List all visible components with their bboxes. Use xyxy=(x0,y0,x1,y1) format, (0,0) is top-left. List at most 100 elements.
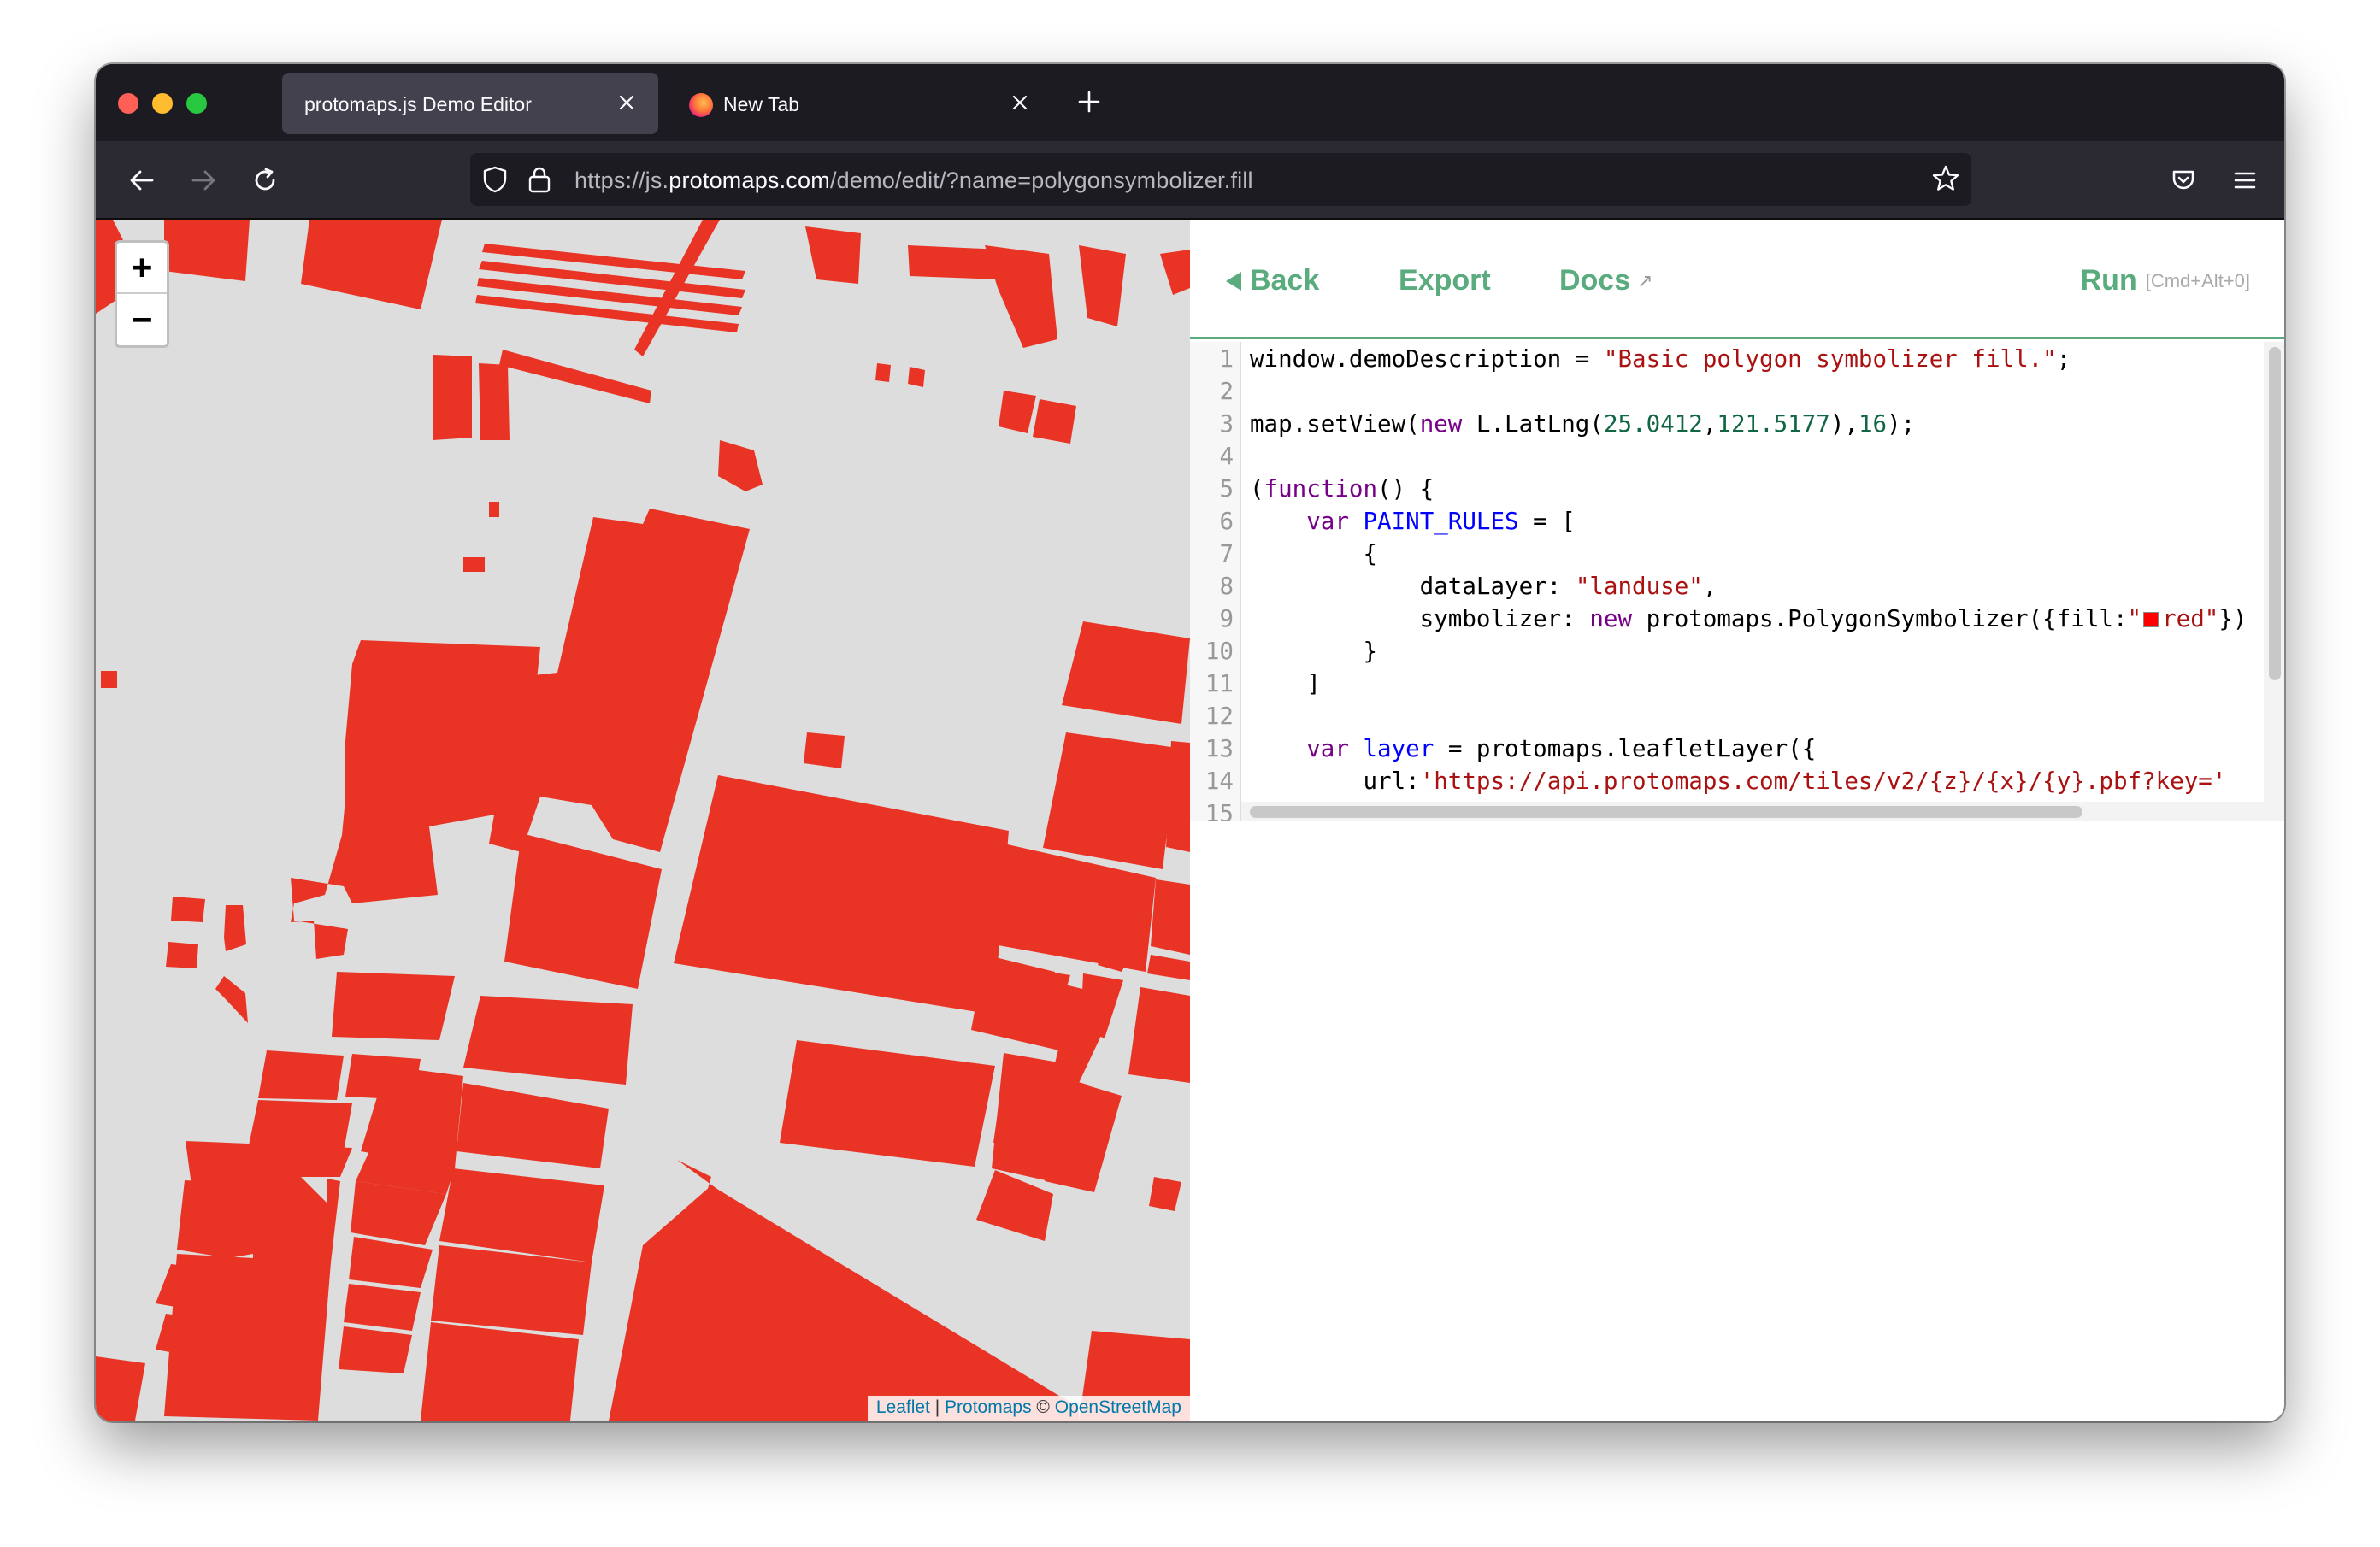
code-token: dataLayer: xyxy=(1250,573,1576,600)
code-token: " xyxy=(2127,605,2142,632)
back-label: Back xyxy=(1250,264,1320,297)
landuse-polygon xyxy=(1043,732,1177,869)
landuse-polygon xyxy=(457,1083,609,1168)
pocket-icon[interactable] xyxy=(2163,160,2204,201)
tab-title: protomaps.js Demo Editor xyxy=(304,93,532,115)
landuse-polygon xyxy=(999,391,1036,433)
zoom-in-button[interactable]: + xyxy=(117,243,167,294)
code-token: window.demoDescription = xyxy=(1250,345,1604,373)
landuse-polygon xyxy=(976,1170,1053,1241)
run-button[interactable]: Run [Cmd+Alt+0] xyxy=(2081,264,2250,297)
landuse-polygon xyxy=(908,367,925,387)
navigation-bar: https://js.protomaps.com/demo/edit/?name… xyxy=(96,141,2284,220)
line-number: 13 xyxy=(1205,735,1234,762)
landuse-polygon xyxy=(674,775,1009,1015)
back-triangle-icon xyxy=(1226,271,1241,291)
landuse-polygon xyxy=(1147,955,1190,980)
url-prefix: https://js. xyxy=(574,168,669,193)
code-line: ] xyxy=(1250,670,1321,697)
code-token: ), xyxy=(1829,410,1859,438)
tab-new-tab[interactable]: New Tab xyxy=(675,73,1052,134)
page-content: + − Leaflet | Protomaps © OpenStreetMap … xyxy=(96,220,2284,1421)
browser-window: protomaps.js Demo Editor New Tab https:/… xyxy=(96,64,2284,1421)
zoom-window-button[interactable] xyxy=(186,93,207,114)
close-window-button[interactable] xyxy=(118,93,138,114)
minimize-window-button[interactable] xyxy=(152,93,173,114)
tab-demo-editor[interactable]: protomaps.js Demo Editor xyxy=(282,73,658,134)
code-token: protomaps.PolygonSymbolizer({fill: xyxy=(1632,605,2128,632)
horizontal-scrollbar-thumb[interactable] xyxy=(1250,806,2082,818)
code-token: ; xyxy=(2056,345,2071,373)
code-token: PAINT_RULES xyxy=(1363,508,1519,535)
landuse-polygon xyxy=(332,972,455,1040)
landuse-polygon xyxy=(1079,245,1126,326)
code-token: "Basic polygon symbolizer fill." xyxy=(1603,345,2057,373)
landuse-polygon xyxy=(482,244,745,279)
vertical-scrollbar[interactable] xyxy=(2264,342,2284,821)
landuse-polygon xyxy=(301,220,442,309)
zoom-control: + − xyxy=(115,240,169,348)
landuse-polygon xyxy=(433,355,472,440)
landuse-polygon xyxy=(421,1322,579,1421)
code-token: layer xyxy=(1363,735,1434,762)
protomaps-link[interactable]: Protomaps xyxy=(945,1397,1032,1417)
lock-icon[interactable] xyxy=(527,165,552,198)
code-token: ); xyxy=(1887,410,1916,438)
landuse-polygon xyxy=(718,440,763,491)
new-tab-plus-icon[interactable] xyxy=(1070,83,1108,121)
close-tab-icon[interactable] xyxy=(1005,88,1034,117)
close-tab-icon[interactable] xyxy=(612,88,641,117)
arrow-right-icon[interactable] xyxy=(183,160,224,201)
code-editor[interactable]: 12345678910111213141516 window.demoDescr… xyxy=(1190,342,2264,821)
code-token: red" xyxy=(2162,605,2219,632)
code-line: (function() { xyxy=(1250,475,1434,503)
docs-label: Docs xyxy=(1559,264,1631,297)
hamburger-menu-icon[interactable] xyxy=(2224,160,2265,201)
line-number: 10 xyxy=(1205,638,1234,665)
landuse-polygon xyxy=(463,996,633,1085)
editor-panel: Back Export Docs ↗ Run [Cmd+Alt+0] 12345… xyxy=(1190,220,2284,1421)
code-token: ] xyxy=(1250,670,1321,697)
attribution-separator: | xyxy=(929,1397,946,1417)
code-token: var xyxy=(1306,508,1349,535)
line-number: 1 xyxy=(1219,345,1234,373)
code-token: symbolizer: xyxy=(1250,605,1590,632)
code-token: { xyxy=(1250,540,1378,568)
reload-icon[interactable] xyxy=(244,160,286,201)
landuse-polygon xyxy=(805,226,861,284)
export-button[interactable]: Export xyxy=(1399,264,1491,297)
landuse-polygon xyxy=(804,732,845,768)
star-icon[interactable] xyxy=(1930,163,1961,198)
map-tiles[interactable] xyxy=(96,220,1190,1421)
url-bar[interactable]: https://js.protomaps.com/demo/edit/?name… xyxy=(470,153,1971,206)
run-label: Run xyxy=(2080,264,2137,297)
code-token: 121.5177 xyxy=(1717,410,1830,438)
vertical-scrollbar-thumb[interactable] xyxy=(2269,347,2281,680)
landuse-polygon xyxy=(344,1284,421,1331)
code-token: , xyxy=(1702,573,1717,600)
code-token: 25.0412 xyxy=(1603,410,1703,438)
line-number: 15 xyxy=(1205,800,1234,821)
map-view[interactable]: + − Leaflet | Protomaps © OpenStreetMap xyxy=(96,220,1190,1421)
code-token: "landuse" xyxy=(1575,573,1703,600)
attribution-copyright: © xyxy=(1031,1397,1055,1417)
code-line: symbolizer: new protomaps.PolygonSymboli… xyxy=(1250,605,2247,632)
code-token: ( xyxy=(1250,475,1264,503)
landuse-polygon xyxy=(489,502,499,517)
landuse-polygon xyxy=(215,976,248,1023)
code-line: var PAINT_RULES = [ xyxy=(1250,508,1576,535)
docs-link[interactable]: Docs ↗ xyxy=(1559,264,1653,297)
landuse-polygon xyxy=(504,833,662,989)
url-text[interactable]: https://js.protomaps.com/demo/edit/?name… xyxy=(574,168,1253,194)
leaflet-link[interactable]: Leaflet xyxy=(876,1397,930,1417)
shield-icon[interactable] xyxy=(480,165,510,198)
back-button[interactable]: Back xyxy=(1226,264,1319,297)
code-token: L.LatLng( xyxy=(1462,410,1604,438)
zoom-out-button[interactable]: − xyxy=(117,294,167,345)
landuse-polygon xyxy=(985,245,1057,348)
horizontal-scrollbar[interactable] xyxy=(1241,802,2264,821)
arrow-left-icon[interactable] xyxy=(121,160,162,201)
code-line: map.setView(new L.LatLng(25.0412,121.517… xyxy=(1250,410,1915,438)
openstreetmap-link[interactable]: OpenStreetMap xyxy=(1055,1397,1181,1417)
